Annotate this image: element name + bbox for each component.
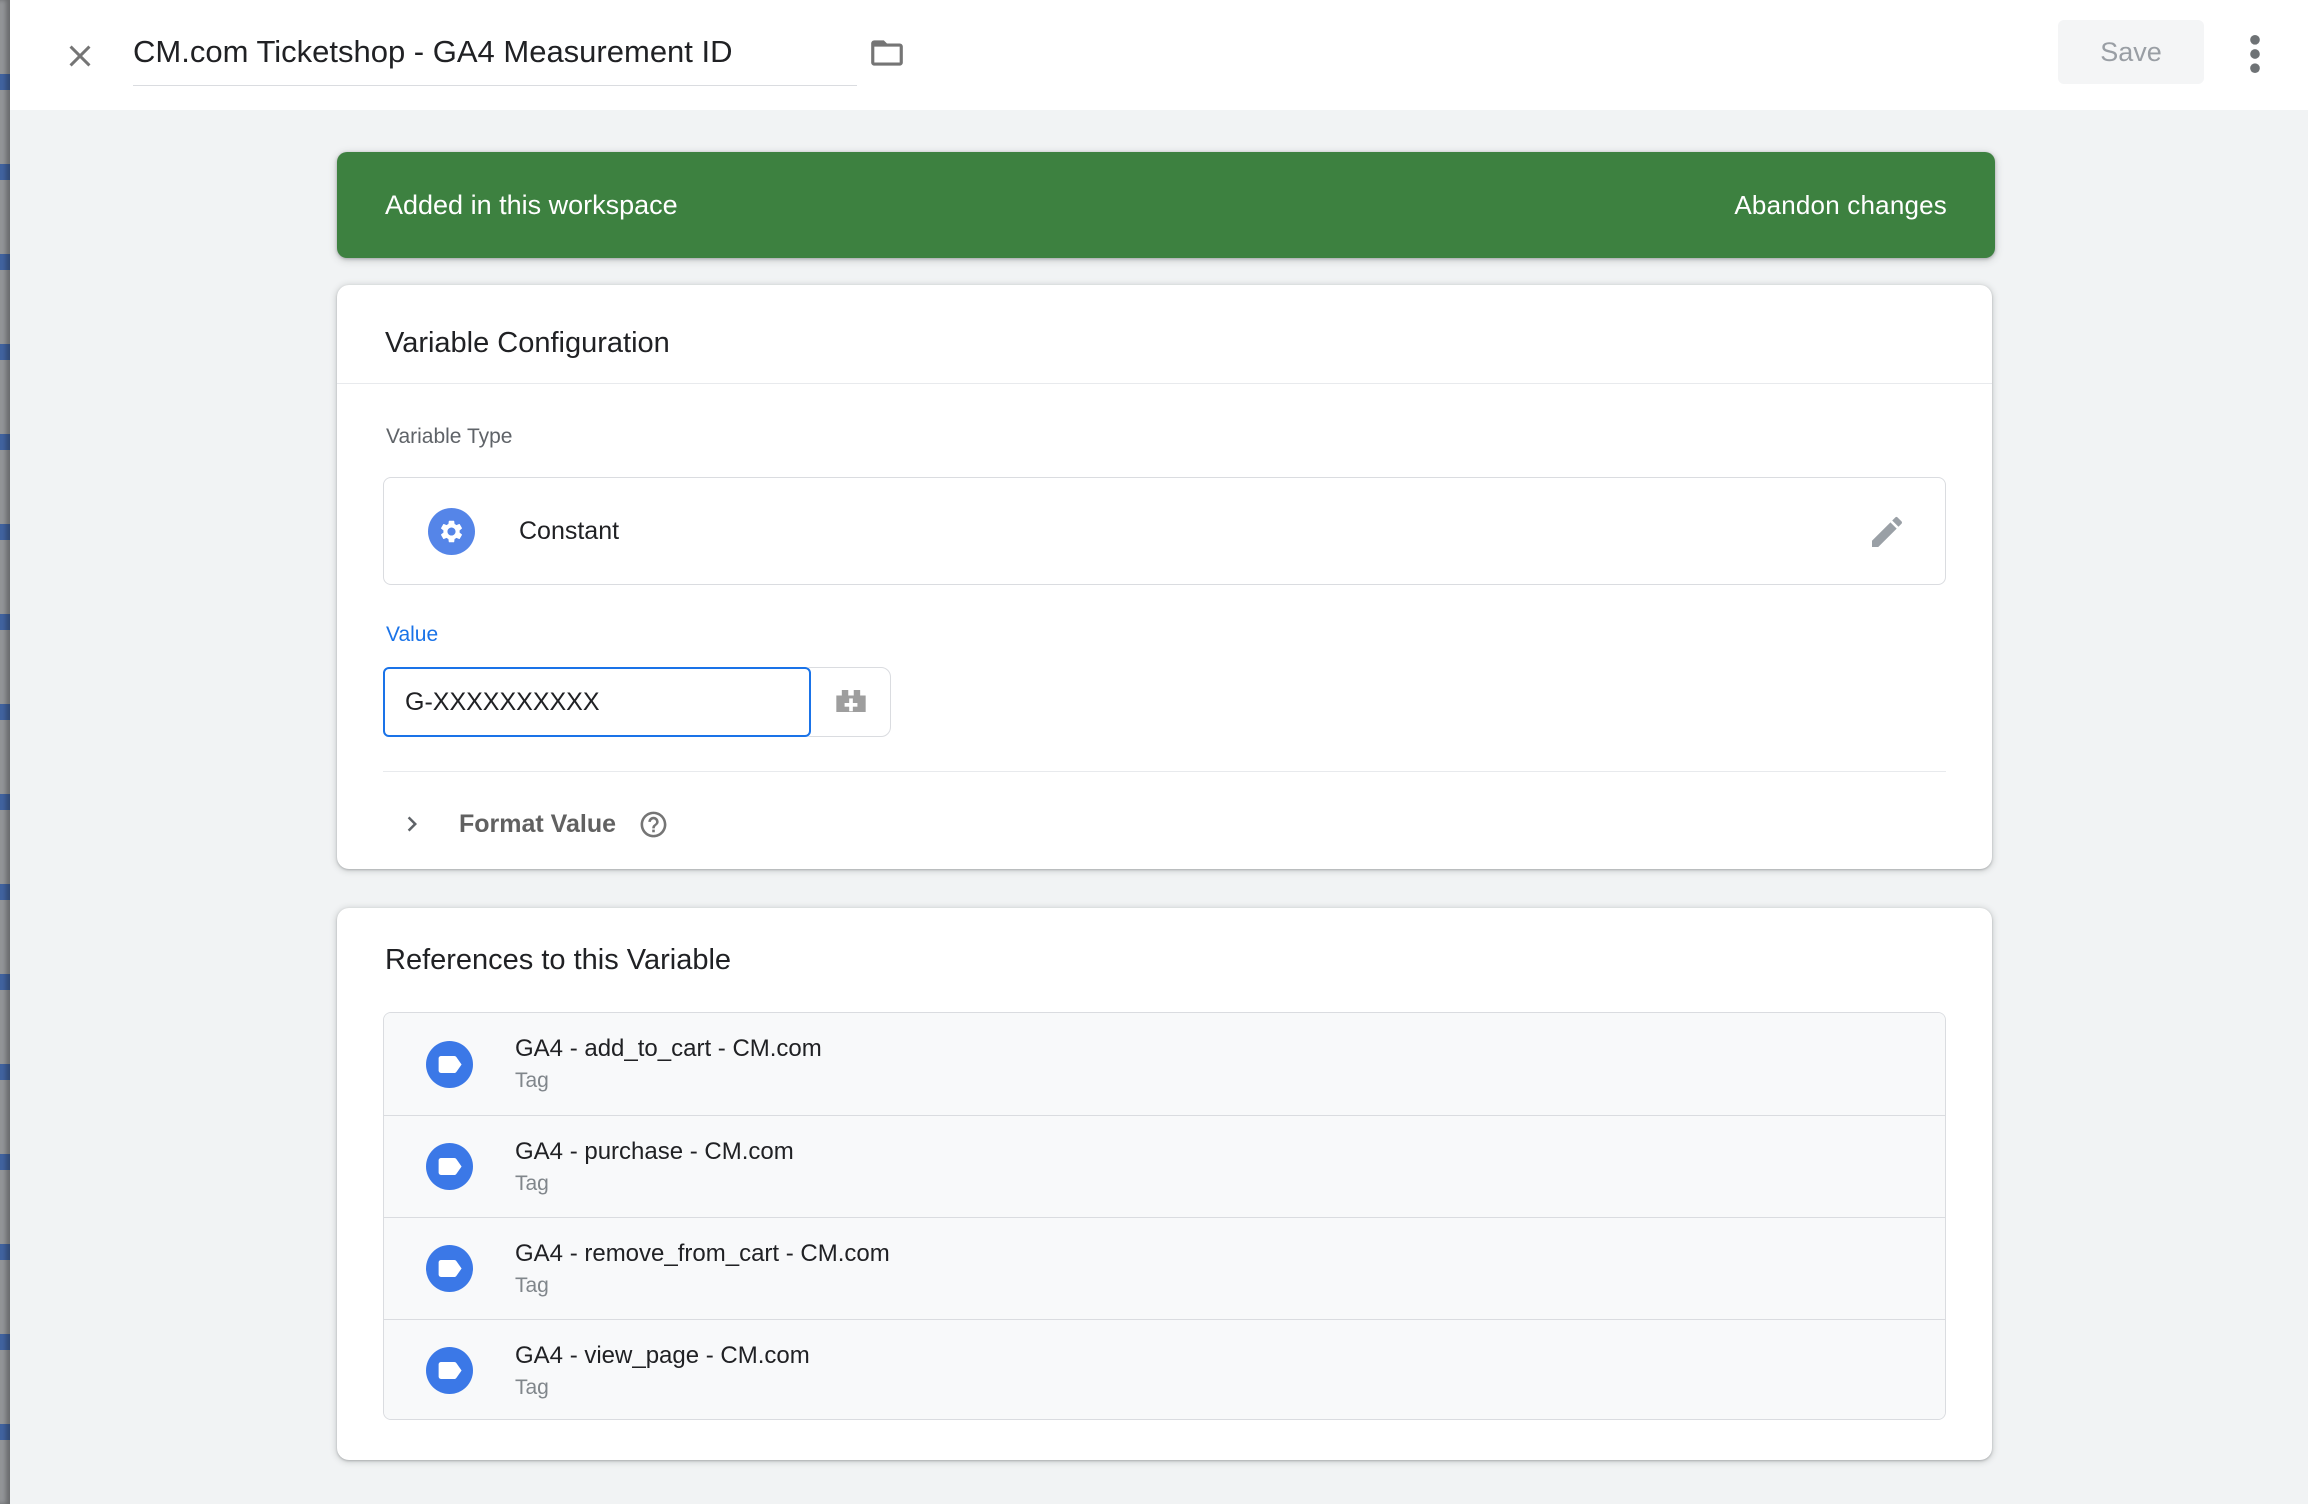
divider [383,771,1946,772]
value-label: Value [386,623,438,647]
reference-texts: GA4 - view_page - CM.com Tag [515,1342,810,1400]
reference-row[interactable]: GA4 - remove_from_cart - CM.com Tag [384,1217,1945,1319]
folder-icon[interactable] [868,34,906,72]
value-input[interactable] [383,667,811,737]
card-title: References to this Variable [385,944,731,977]
reference-type: Tag [515,1274,890,1298]
value-field-row [383,667,891,737]
references-list: GA4 - add_to_cart - CM.com Tag GA4 - pur… [383,1012,1946,1420]
reference-texts: GA4 - purchase - CM.com Tag [515,1138,794,1196]
pencil-icon[interactable] [1867,512,1907,552]
abandon-changes-link[interactable]: Abandon changes [1734,190,1947,221]
tag-icon [426,1143,473,1190]
save-button[interactable]: Save [2058,20,2204,84]
tag-icon [426,1245,473,1292]
gtm-variable-editor: CM.com Ticketshop - GA4 Measurement ID S… [0,0,2308,1504]
reference-row[interactable]: GA4 - add_to_cart - CM.com Tag [384,1013,1945,1115]
card-title: Variable Configuration [385,327,670,360]
close-icon[interactable] [62,38,98,74]
reference-name: GA4 - add_to_cart - CM.com [515,1035,822,1063]
reference-type: Tag [515,1172,794,1196]
top-bar: CM.com Ticketshop - GA4 Measurement ID S… [10,0,2308,110]
variable-configuration-card: Variable Configuration Variable Type Con… [337,285,1992,869]
variable-type-value: Constant [519,517,619,546]
format-value-label: Format Value [459,810,616,839]
variable-picker-button[interactable] [801,667,891,737]
more-vert-icon[interactable] [2238,28,2272,80]
reference-row[interactable]: GA4 - view_page - CM.com Tag [384,1319,1945,1420]
divider [337,383,1992,384]
reference-name: GA4 - purchase - CM.com [515,1138,794,1166]
format-value-expander[interactable]: Format Value [397,801,669,847]
tag-icon [426,1041,473,1088]
variable-name-field[interactable]: CM.com Ticketshop - GA4 Measurement ID [133,22,857,86]
variable-type-box: Constant [383,477,1946,585]
reference-name: GA4 - view_page - CM.com [515,1342,810,1370]
workspace-status-banner: Added in this workspace Abandon changes [337,152,1995,258]
workspace-status-text: Added in this workspace [385,190,678,221]
tag-icon [426,1347,473,1394]
reference-type: Tag [515,1069,822,1093]
references-card: References to this Variable GA4 - add_to… [337,908,1992,1460]
reference-texts: GA4 - remove_from_cart - CM.com Tag [515,1240,890,1298]
brick-plus-icon [829,679,873,726]
dimmed-background-page [0,0,10,1504]
chevron-right-icon [397,809,427,839]
reference-row[interactable]: GA4 - purchase - CM.com Tag [384,1115,1945,1217]
reference-name: GA4 - remove_from_cart - CM.com [515,1240,890,1268]
reference-texts: GA4 - add_to_cart - CM.com Tag [515,1035,822,1093]
variable-type-label: Variable Type [386,425,512,449]
gear-icon [428,508,475,555]
help-icon[interactable] [638,809,669,840]
reference-type: Tag [515,1376,810,1400]
